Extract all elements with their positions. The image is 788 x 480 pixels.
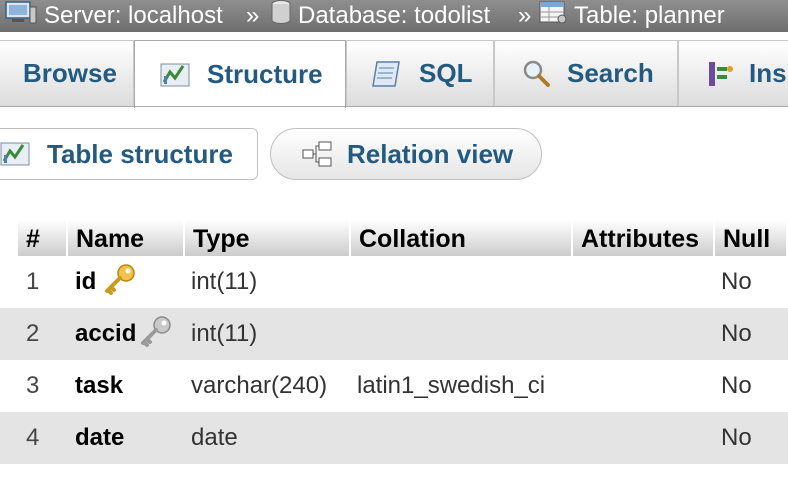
breadcrumb-table-label[interactable]: Table: planner xyxy=(574,0,725,32)
tab-search[interactable]: Search xyxy=(494,40,678,106)
column-null: No xyxy=(721,372,752,399)
structure-icon xyxy=(0,139,33,169)
breadcrumb: Server: localhost » Database: todolist »… xyxy=(0,0,788,32)
column-name[interactable]: task xyxy=(75,360,123,412)
tabs-divider xyxy=(0,106,788,107)
database-icon xyxy=(270,0,292,32)
breadcrumb-server-label[interactable]: Server: localhost xyxy=(44,0,223,32)
column-name-label: id xyxy=(75,268,97,295)
column-collation: latin1_swedish_ci xyxy=(357,372,546,399)
tab-browse-label: Browse xyxy=(23,58,117,88)
table-header: # Name Type Collation Attributes Null xyxy=(0,220,788,256)
subtab-relation-view-label: Relation view xyxy=(347,138,514,169)
tab-insert-label: Ins xyxy=(749,58,787,88)
breadcrumb-separator: » xyxy=(246,2,260,29)
row-number: 4 xyxy=(26,424,40,451)
table-row[interactable]: 4 date date No xyxy=(0,412,788,464)
column-name-label: date xyxy=(75,424,125,451)
column-header-number[interactable]: # xyxy=(18,220,68,256)
column-name-label: accid xyxy=(75,320,137,347)
table-row[interactable]: 1 id int(11) No xyxy=(0,256,788,308)
primary-key-icon xyxy=(102,262,138,296)
tab-search-label: Search xyxy=(567,58,654,88)
column-name-label: task xyxy=(75,372,124,399)
tab-sql-label: SQL xyxy=(419,58,473,88)
column-name[interactable]: date xyxy=(75,412,124,464)
row-number: 2 xyxy=(26,320,40,347)
relation-icon xyxy=(301,139,333,169)
column-header-attributes[interactable]: Attributes xyxy=(573,220,715,256)
subtab-relation-view[interactable]: Relation view xyxy=(270,128,542,180)
breadcrumb-separator: » xyxy=(518,2,532,29)
column-header-collation[interactable]: Collation xyxy=(351,220,573,256)
server-icon xyxy=(4,0,38,32)
column-header-null[interactable]: Null xyxy=(715,220,788,256)
table-icon xyxy=(538,0,568,32)
column-header-type[interactable]: Type xyxy=(185,220,351,256)
tab-structure[interactable]: Structure xyxy=(134,40,346,108)
table-row[interactable]: 3 task varchar(240) latin1_swedish_ci No xyxy=(0,360,788,412)
row-number: 1 xyxy=(26,268,40,295)
column-name[interactable]: accid xyxy=(75,308,174,360)
column-type: varchar(240) xyxy=(191,372,328,399)
tab-sql[interactable]: SQL xyxy=(346,40,494,106)
search-icon xyxy=(521,59,553,89)
column-type: int(11) xyxy=(191,320,258,347)
tab-insert[interactable]: Ins xyxy=(678,40,788,106)
insert-icon xyxy=(705,59,735,89)
column-type: date xyxy=(191,424,238,451)
column-null: No xyxy=(721,320,752,347)
breadcrumb-table[interactable]: Table: planner xyxy=(538,0,725,32)
subtab-table-structure-label: Table structure xyxy=(47,138,233,169)
column-name[interactable]: id xyxy=(75,256,138,308)
main-tabs: Browse Structure SQL Search Ins xyxy=(0,40,788,108)
breadcrumb-server[interactable]: Server: localhost xyxy=(4,0,223,32)
subtab-table-structure[interactable]: Table structure xyxy=(0,128,258,180)
column-header-name[interactable]: Name xyxy=(68,220,185,256)
column-null: No xyxy=(721,268,752,295)
column-type: int(11) xyxy=(191,268,258,295)
index-key-icon xyxy=(138,314,174,348)
tab-browse[interactable]: Browse xyxy=(0,40,134,106)
structure-icon xyxy=(159,60,193,90)
breadcrumb-database-label[interactable]: Database: todolist xyxy=(298,0,490,32)
tab-structure-label: Structure xyxy=(207,59,323,89)
column-null: No xyxy=(721,424,752,451)
table-row[interactable]: 2 accid int(11) No xyxy=(0,308,788,360)
breadcrumb-database[interactable]: Database: todolist xyxy=(270,0,490,32)
sql-icon xyxy=(369,58,405,90)
row-number: 3 xyxy=(26,372,40,399)
